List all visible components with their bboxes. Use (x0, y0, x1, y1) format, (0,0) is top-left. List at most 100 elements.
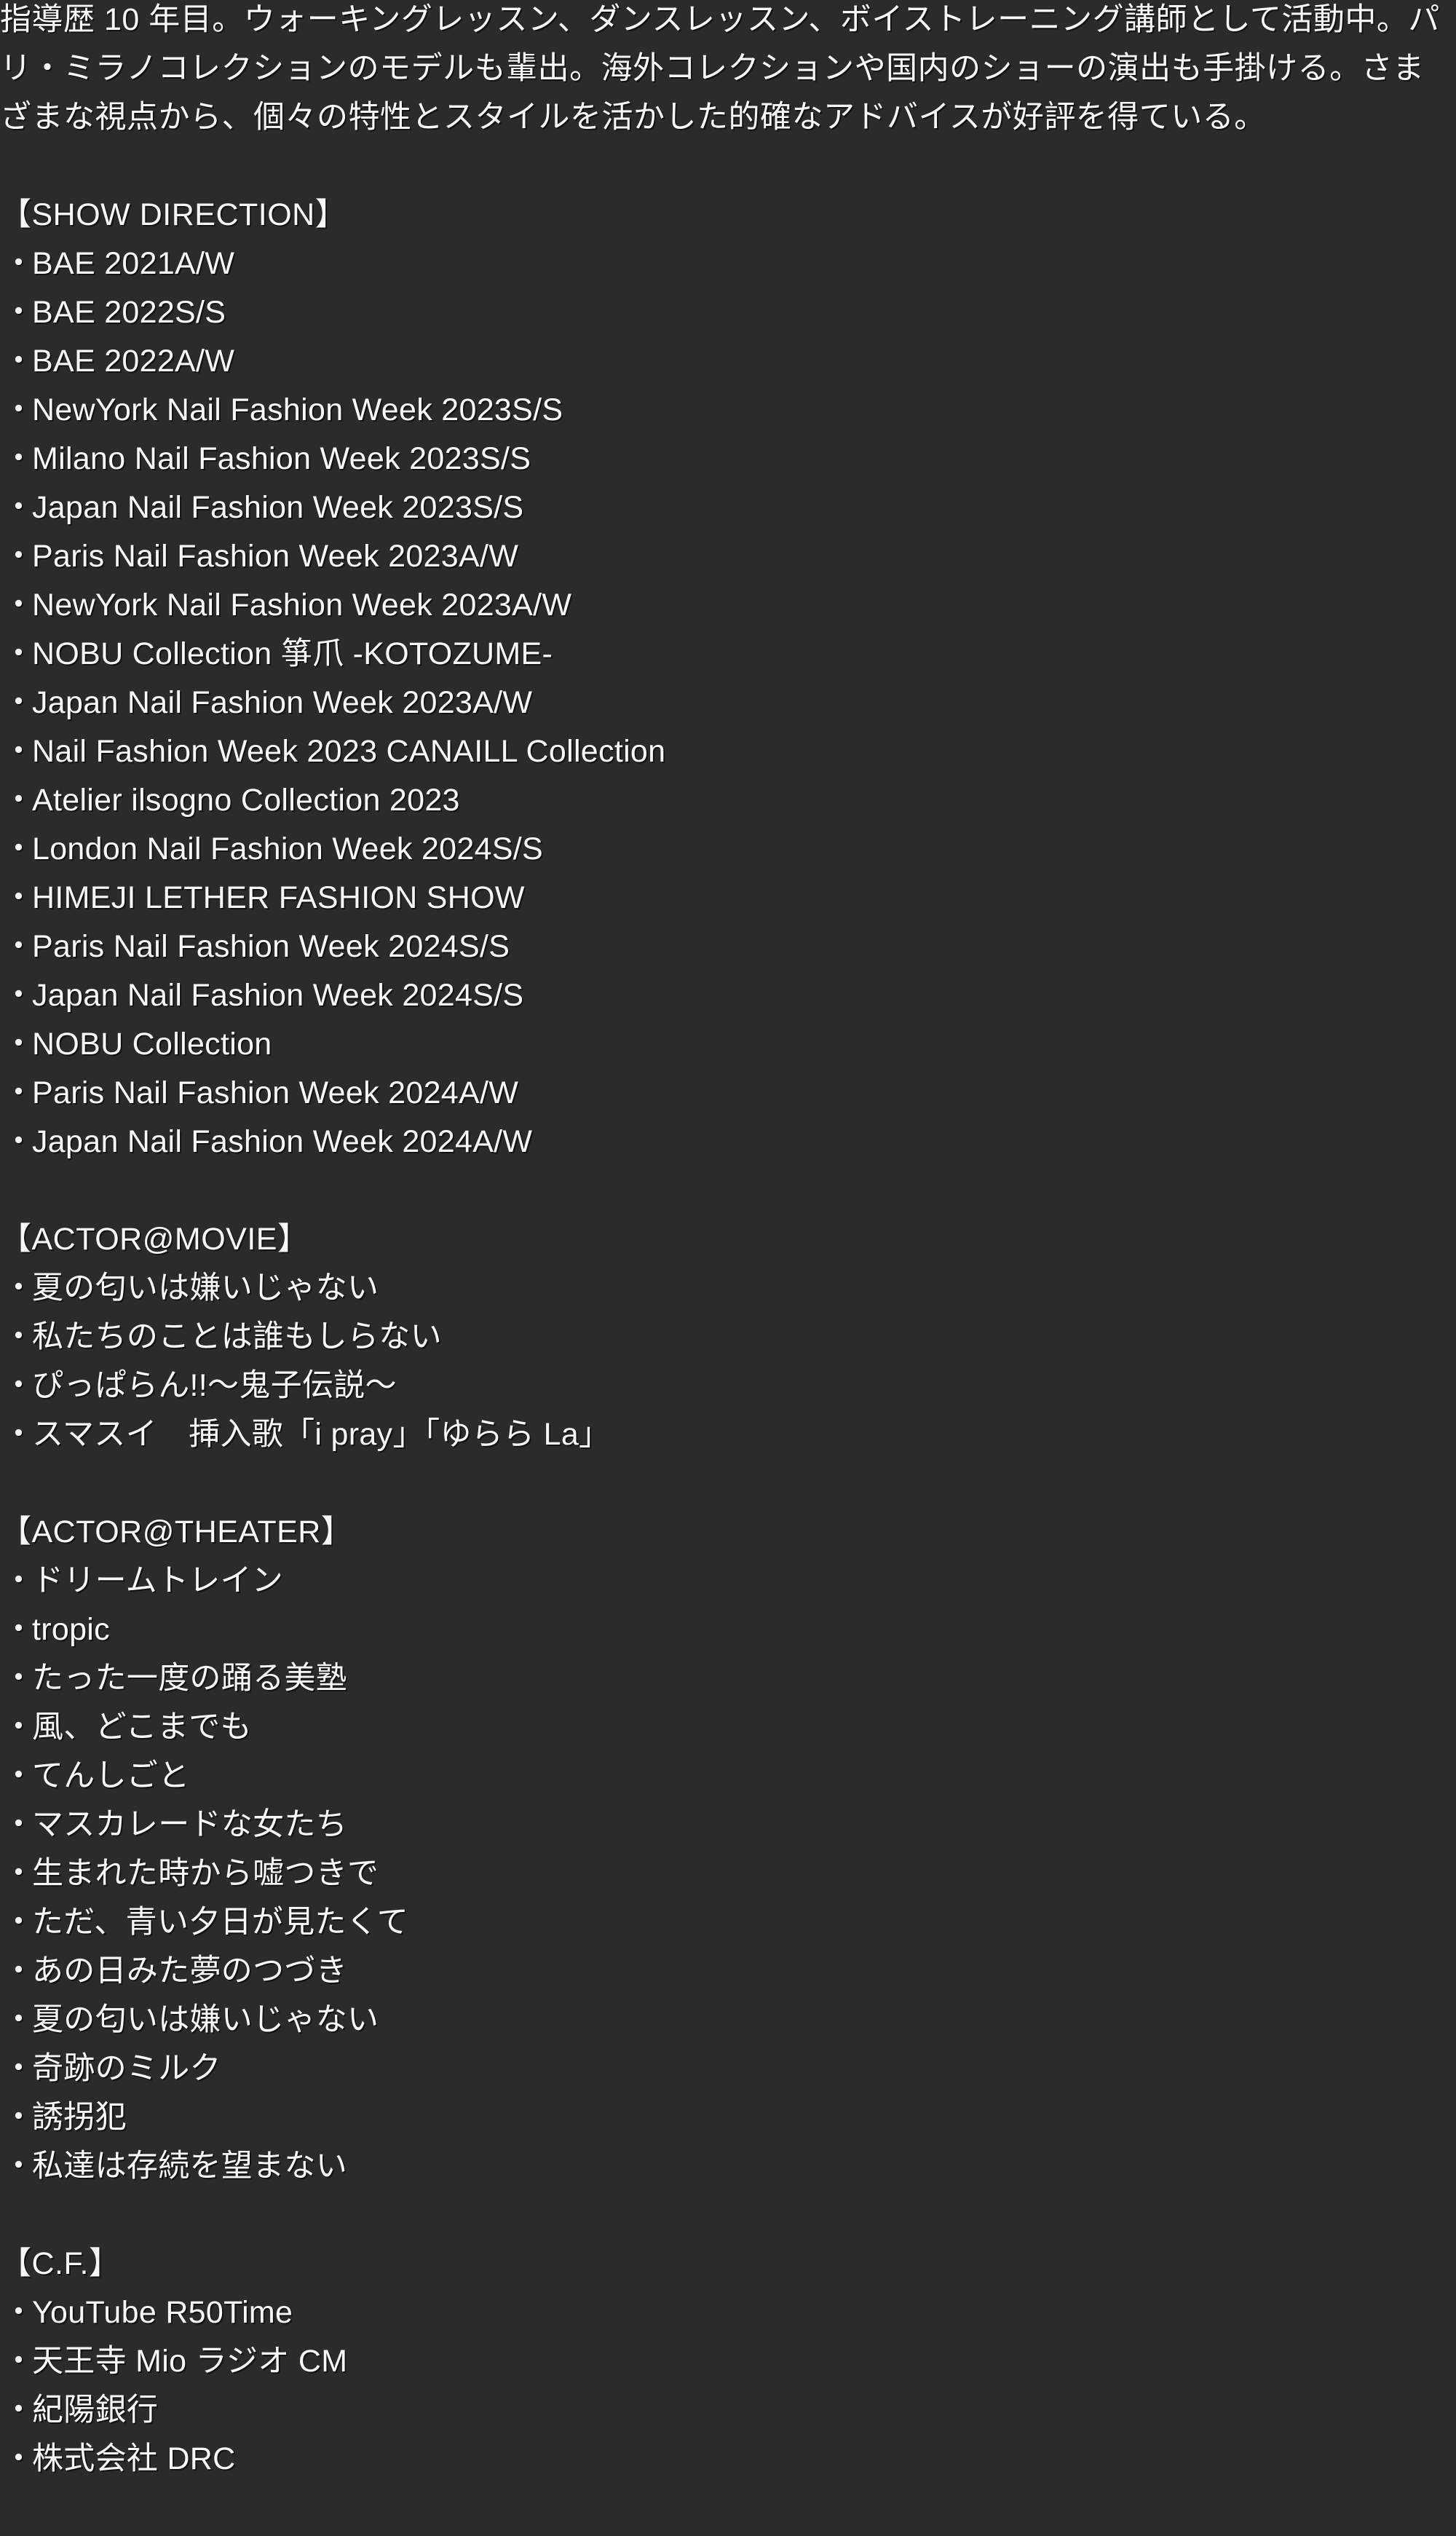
list-item: ・てんしごと (0, 1752, 1456, 1801)
list-item: ・ tropic (0, 1605, 1456, 1654)
list-item-label: 風、どこまでも (32, 1710, 252, 1745)
list-item: ・ Milano Nail Fashion Week 2023S/S (0, 435, 1456, 483)
list-item-label: tropic (32, 1612, 110, 1647)
bullet-icon: ・ (3, 978, 35, 1013)
bullet-icon: ・ (3, 2002, 35, 2037)
bullet-icon: ・ (3, 636, 35, 671)
bullet-icon: ・ (3, 734, 35, 769)
section-header: 【C.F.】 (0, 2246, 121, 2281)
list-item: ・ BAE 2021A/W (0, 240, 1456, 288)
list-item: ・ Nail Fashion Week 2023 CANAILL Collecti… (0, 727, 1456, 776)
bullet-icon: ・ (3, 1417, 35, 1452)
list-item: ・ Paris Nail Fashion Week 2024A/W (0, 1069, 1456, 1118)
list-item-label: 奇跡のミルク (32, 2051, 221, 2086)
bullet-icon: ・ (3, 1954, 35, 1988)
bullet-icon: ・ (3, 490, 35, 525)
list-item: ・株式会社 DRC (0, 2435, 1456, 2484)
list-item-label: 私たちのことは誰もしらない (32, 1319, 442, 1354)
list-item: ・生まれた時から嘘つきで (0, 1849, 1456, 1898)
list-item-label: NewYork Nail Fashion Week 2023A/W (32, 588, 572, 623)
bullet-icon: ・ (3, 246, 35, 281)
bullet-icon: ・ (3, 1075, 35, 1110)
list-item: ・ NewYork Nail Fashion Week 2023A/W (0, 581, 1456, 630)
bullet-icon: ・ (3, 929, 35, 964)
list-item-label: 誘拐犯 (32, 2100, 127, 2135)
list-item-label: Japan Nail Fashion Week 2024S/S (32, 978, 524, 1013)
list-item: ・風、どこまでも (0, 1703, 1456, 1752)
bullet-icon: ・ (3, 2295, 35, 2330)
list-item-label: Nail Fashion Week 2023 CANAILL Collectio… (32, 734, 666, 769)
section-header: 【SHOW DIRECTION】 (0, 197, 347, 232)
list-item: ・たった一度の踊る美塾 (0, 1654, 1456, 1703)
list-item-label: Paris Nail Fashion Week 2024A/W (32, 1075, 519, 1110)
list-item-label: ドリームトレイン (32, 1563, 284, 1598)
list-item: ・天王寺 Mio ラジオ CM (0, 2337, 1456, 2386)
list-item-label: BAE 2022S/S (32, 295, 226, 330)
list-item-label: 夏の匂いは嫌いじゃない (32, 2002, 379, 2037)
list-item-label: BAE 2022A/W (32, 344, 235, 379)
list-item: ・ NewYork Nail Fashion Week 2023S/S (0, 386, 1456, 435)
bullet-icon: ・ (3, 539, 35, 574)
list-item: ・夏の匂いは嫌いじゃない (0, 1996, 1456, 2045)
section: 【ACTOR@MOVIE】・夏の匂いは嫌いじゃない・私たちのことは誰もしらない・… (0, 1215, 1456, 1459)
list-item-label: BAE 2021A/W (32, 246, 235, 281)
bullet-icon: ・ (3, 295, 35, 330)
section-header: 【ACTOR@THEATER】 (0, 1514, 353, 1549)
intro-paragraph: 指導歴 10 年目。ウォーキングレッスン、ダンスレッスン、ボイストレーニング講師… (0, 2, 1440, 135)
list-item: ・奇跡のミルク (0, 2045, 1456, 2093)
bullet-icon: ・ (3, 392, 35, 427)
list-item: ・ London Nail Fashion Week 2024S/S (0, 825, 1456, 874)
list-item-label: 私達は存続を望まない (32, 2149, 347, 2184)
list-item: ・ NOBU Collection (0, 1020, 1456, 1069)
bullet-icon: ・ (3, 783, 35, 818)
list-item-label: Milano Nail Fashion Week 2023S/S (32, 441, 531, 476)
list-item-label: Atelier ilsogno Collection 2023 (32, 783, 460, 818)
profile-text-page: 指導歴 10 年目。ウォーキングレッスン、ダンスレッスン、ボイストレーニング講師… (0, 0, 1456, 2536)
section-list: ・ YouTube R50Time ・天王寺 Mio ラジオ CM ・紀陽銀行・株式会… (0, 2288, 1456, 2484)
list-item-label: 生まれた時から嘘つきで (32, 1856, 379, 1891)
list-item: ・ドリームトレイン (0, 1557, 1456, 1605)
list-item: ・ BAE 2022A/W (0, 337, 1456, 386)
list-item-label: YouTube R50Time (32, 2295, 293, 2330)
bullet-icon: ・ (3, 685, 35, 720)
bullet-icon: ・ (3, 441, 35, 476)
bullet-icon: ・ (3, 1710, 35, 1745)
list-item: ・ BAE 2022S/S (0, 288, 1456, 337)
list-item-label: NOBU Collection (32, 1027, 272, 1062)
bullet-icon: ・ (3, 2393, 35, 2428)
list-item-label: あの日みた夢のつづき (32, 1954, 347, 1988)
list-item: ・ Atelier ilsogno Collection 2023 (0, 776, 1456, 825)
list-item-label: Paris Nail Fashion Week 2024S/S (32, 929, 510, 964)
list-item: ・ Paris Nail Fashion Week 2024S/S (0, 923, 1456, 971)
section-list: ・ BAE 2021A/W ・ BAE 2022S/S ・ BAE 2022A/W ・ New… (0, 240, 1456, 1166)
list-item: ・ただ、青い夕日が見たくて (0, 1898, 1456, 1947)
sections-container: 【SHOW DIRECTION】・ BAE 2021A/W ・ BAE 2022S/S… (0, 191, 1456, 2484)
section-list: ・夏の匂いは嫌いじゃない・私たちのことは誰もしらない・ぴっぱらん!!〜鬼子伝説〜… (0, 1264, 1456, 1459)
list-item-label: Japan Nail Fashion Week 2024A/W (32, 1124, 533, 1159)
list-item-label: 天王寺 Mio ラジオ CM (32, 2344, 348, 2379)
list-item: ・私達は存続を望まない (0, 2142, 1456, 2191)
bullet-icon: ・ (3, 1661, 35, 1696)
bullet-icon: ・ (3, 1027, 35, 1062)
bullet-icon: ・ (3, 2051, 35, 2086)
list-item-label: Paris Nail Fashion Week 2023A/W (32, 539, 519, 574)
bullet-icon: ・ (3, 1612, 35, 1647)
list-item: ・ Japan Nail Fashion Week 2024S/S (0, 971, 1456, 1020)
list-item: ・ YouTube R50Time (0, 2288, 1456, 2337)
list-item: ・マスカレードな女たち (0, 1801, 1456, 1849)
bullet-icon: ・ (3, 1319, 35, 1354)
list-item-label: Japan Nail Fashion Week 2023S/S (32, 490, 524, 525)
list-item: ・夏の匂いは嫌いじゃない (0, 1264, 1456, 1313)
list-item: ・誘拐犯 (0, 2093, 1456, 2142)
list-item: ・ Japan Nail Fashion Week 2023S/S (0, 483, 1456, 532)
list-item: ・ぴっぱらん!!〜鬼子伝説〜 (0, 1362, 1456, 1410)
section: 【C.F.】・ YouTube R50Time ・天王寺 Mio ラジオ CM ・紀陽… (0, 2240, 1456, 2484)
bullet-icon: ・ (3, 1271, 35, 1305)
bullet-icon: ・ (3, 1758, 35, 1793)
list-item: ・私たちのことは誰もしらない (0, 1313, 1456, 1362)
list-item: ・あの日みた夢のつづき (0, 1947, 1456, 1996)
list-item-label: London Nail Fashion Week 2024S/S (32, 831, 544, 866)
list-item-label: たった一度の踊る美塾 (32, 1661, 347, 1696)
